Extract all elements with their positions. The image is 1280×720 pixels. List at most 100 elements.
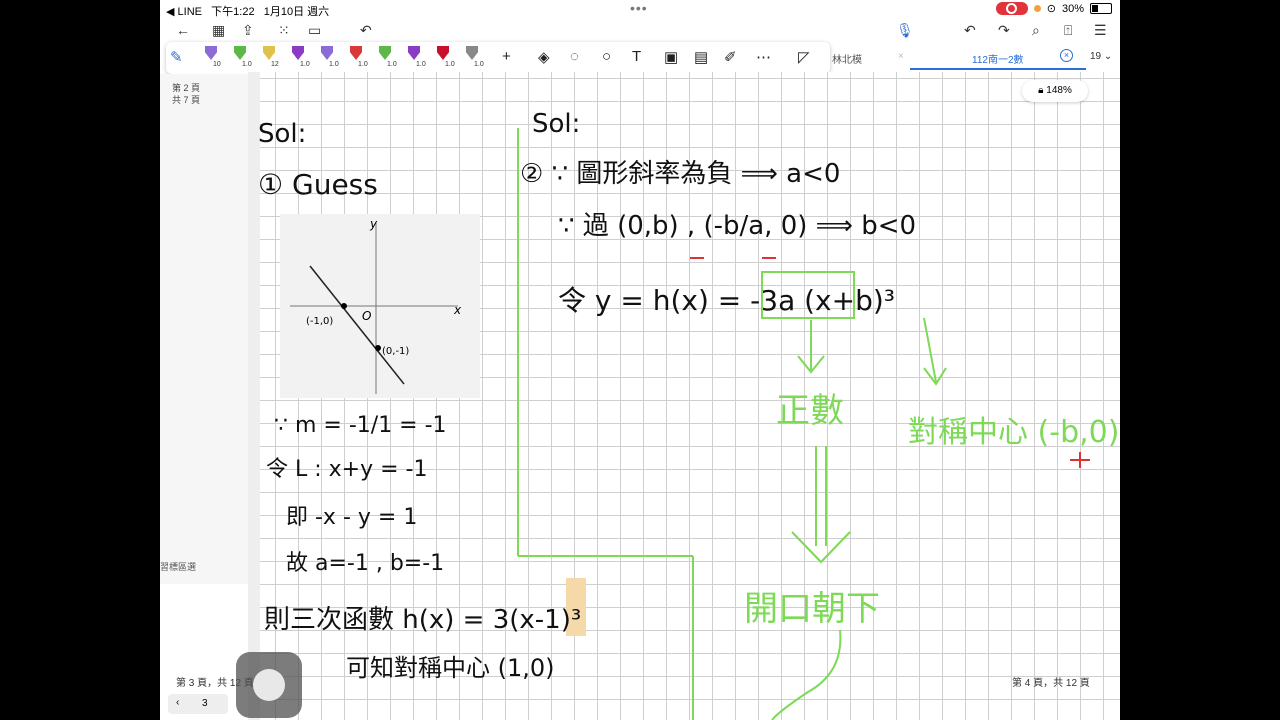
intercept-point <box>341 303 347 309</box>
y-axis-label: y <box>369 217 378 231</box>
pencil-mode-icon[interactable]: ✎ <box>170 48 183 66</box>
green-label: 開口朝下 <box>744 589 880 629</box>
screen-record-icon[interactable] <box>995 2 1028 15</box>
ipad-screen: ◀ LINE 下午1:22 1月10日 週六 ••• ⊙ 30% ← ▦ ⇪ ⁙… <box>160 0 1120 720</box>
share-icon[interactable]: ⇪ <box>242 22 254 39</box>
point-label: (0,-1) <box>382 346 409 357</box>
x-axis-label: x <box>453 303 462 317</box>
pen-tool-1[interactable]: 10 <box>202 44 221 70</box>
green-label: 對稱中心 (-b,0) <box>908 415 1119 450</box>
previous-page-preview[interactable]: 第 2 頁 共 7 頁 習標區選 <box>160 74 248 584</box>
pen-color-icon <box>292 46 304 60</box>
tab-label: 林北模 <box>832 55 862 66</box>
apps-icon[interactable]: ⁙ <box>278 22 290 39</box>
back-icon[interactable]: ← <box>176 22 190 38</box>
pen-color-icon <box>466 46 478 60</box>
tab-count: 19 <box>1090 51 1102 62</box>
pen-color-icon <box>321 46 333 60</box>
grid-view-icon[interactable]: ▦ <box>212 22 225 39</box>
status-date: 1月10日 週六 <box>263 6 330 18</box>
pen-tray: ✎ 10 1.0 12 1.0 1.0 1.0 1.0 1.0 1.0 1.0 + ◈ ◌ ○ T… <box>166 42 830 74</box>
text-icon[interactable]: T <box>632 48 641 65</box>
chevron-left-icon[interactable]: ‹ <box>176 697 179 708</box>
curve-stroke <box>771 629 842 720</box>
note-line: 令 L : x+y = -1 <box>266 457 427 482</box>
bookmark-add-icon[interactable]: ⍐ <box>1064 22 1072 39</box>
eraser-icon[interactable]: ◈ <box>538 48 550 66</box>
pen-color-icon <box>263 46 275 60</box>
image-icon[interactable]: ▣ <box>664 48 678 66</box>
add-pen-icon[interactable]: + <box>502 48 511 65</box>
mic-icon[interactable]: 🎙︎ <box>896 22 914 39</box>
intercept-point <box>375 345 381 351</box>
pen-color-icon <box>234 46 246 60</box>
menu-icon[interactable]: ☰ <box>1094 22 1107 39</box>
note-line: 令 y = h(x) = -3a (x+b)³ <box>558 284 895 317</box>
note-line: ② ∵ 圖形斜率為負 ⟹ a<0 <box>520 159 840 189</box>
status-right: ⊙ 30% <box>995 2 1112 15</box>
pen-tool-8[interactable]: 1.0 <box>405 44 426 70</box>
origin-label: O <box>362 309 371 323</box>
undo-icon[interactable]: ↶ <box>360 22 372 39</box>
status-time: 下午1:22 <box>211 6 255 18</box>
note-line: 則三次函數 h(x) = 3(x-1)³ <box>264 605 581 635</box>
pen-tool-5[interactable]: 1.0 <box>318 44 339 70</box>
pen-color-icon <box>350 46 362 60</box>
back-to-app-link[interactable]: ◀ LINE <box>166 6 202 18</box>
page-tool-icon[interactable]: ◸ <box>798 48 810 66</box>
pen-tool-7[interactable]: 1.0 <box>376 44 397 70</box>
lock-icon: 🔒︎ <box>1038 85 1044 96</box>
pen-tool-3[interactable]: 12 <box>260 44 279 70</box>
close-icon[interactable]: × <box>898 51 904 62</box>
bookmark-icon[interactable]: ▭ <box>308 22 321 39</box>
pen-color-icon <box>379 46 391 60</box>
pen-size-label: 1.0 <box>387 61 397 68</box>
pen-tool-4[interactable]: 1.0 <box>289 44 310 70</box>
pen-size-label: 12 <box>271 61 279 68</box>
pen-size-label: 1.0 <box>416 61 426 68</box>
side-text: 習標區選 <box>160 562 197 572</box>
more-icon[interactable]: ⋯ <box>756 48 771 66</box>
zoom-indicator[interactable]: 🔒︎ 148% <box>1022 80 1088 102</box>
arrow-line <box>923 317 937 383</box>
lasso-icon[interactable]: ◌ <box>570 48 579 65</box>
pen-size-label: 1.0 <box>358 61 368 68</box>
pen-tool-6[interactable]: 1.0 <box>347 44 368 70</box>
laser-pointer-icon[interactable]: ✐ <box>724 48 737 66</box>
pen-color-icon <box>437 46 449 60</box>
guess-heading: ① Guess <box>258 168 378 201</box>
document-tabs: 林北模 × 112南一2數 × 19 ⌄ <box>826 46 1120 70</box>
tab-count-dropdown[interactable]: 19 ⌄ <box>1090 51 1112 62</box>
search-icon[interactable]: ⌕ <box>1032 22 1040 39</box>
page-label: 第 2 頁 <box>172 83 201 93</box>
notebook-page[interactable]: x y O (-1,0) (0,-1) Sol: ① Guess ∵ m = -… <box>248 72 1120 720</box>
pen-tool-9[interactable]: 1.0 <box>434 44 455 70</box>
page-info: 第 2 頁 共 7 頁 <box>172 82 200 106</box>
status-bar: ◀ LINE 下午1:22 1月10日 週六 ••• ⊙ 30% <box>160 0 1120 18</box>
multitask-dots-icon[interactable]: ••• <box>630 0 648 16</box>
pen-tool-2[interactable]: 1.0 <box>231 44 252 70</box>
tab-linbei[interactable]: 林北模 × <box>826 46 910 68</box>
handwriting-layer: x y O (-1,0) (0,-1) Sol: ① Guess ∵ m = -… <box>258 109 1119 720</box>
note-line: ∵ m = -1/1 = -1 <box>274 413 447 438</box>
pen-color-icon <box>205 46 217 60</box>
shape-icon[interactable]: ○ <box>602 48 611 65</box>
pen-size-label: 1.0 <box>242 61 252 68</box>
pen-tool-10[interactable]: 1.0 <box>463 44 484 70</box>
page-navigator[interactable]: ‹ 3 <box>168 694 228 714</box>
assistive-touch-button[interactable] <box>236 652 302 718</box>
pen-size-label: 1.0 <box>474 61 484 68</box>
undo-icon-right[interactable]: ↶ <box>964 22 976 39</box>
sol-heading: Sol: <box>532 109 580 139</box>
note-line: 故 a=-1 , b=-1 <box>286 551 444 576</box>
zoom-value: 148% <box>1046 85 1072 96</box>
comment-icon[interactable]: ▤ <box>694 48 708 66</box>
page-footer: 第 4 頁，共 12 頁 <box>1012 678 1090 689</box>
mic-indicator-icon <box>1033 5 1041 12</box>
tab-112-nan[interactable]: 112南一2數 × <box>910 46 1086 70</box>
tab-label: 112南一2數 <box>972 55 1024 66</box>
close-icon[interactable]: × <box>1060 49 1073 62</box>
redo-icon[interactable]: ↷ <box>998 22 1010 39</box>
headphones-icon: ⊙ <box>1046 3 1056 15</box>
status-left: ◀ LINE 下午1:22 1月10日 週六 <box>166 3 329 19</box>
